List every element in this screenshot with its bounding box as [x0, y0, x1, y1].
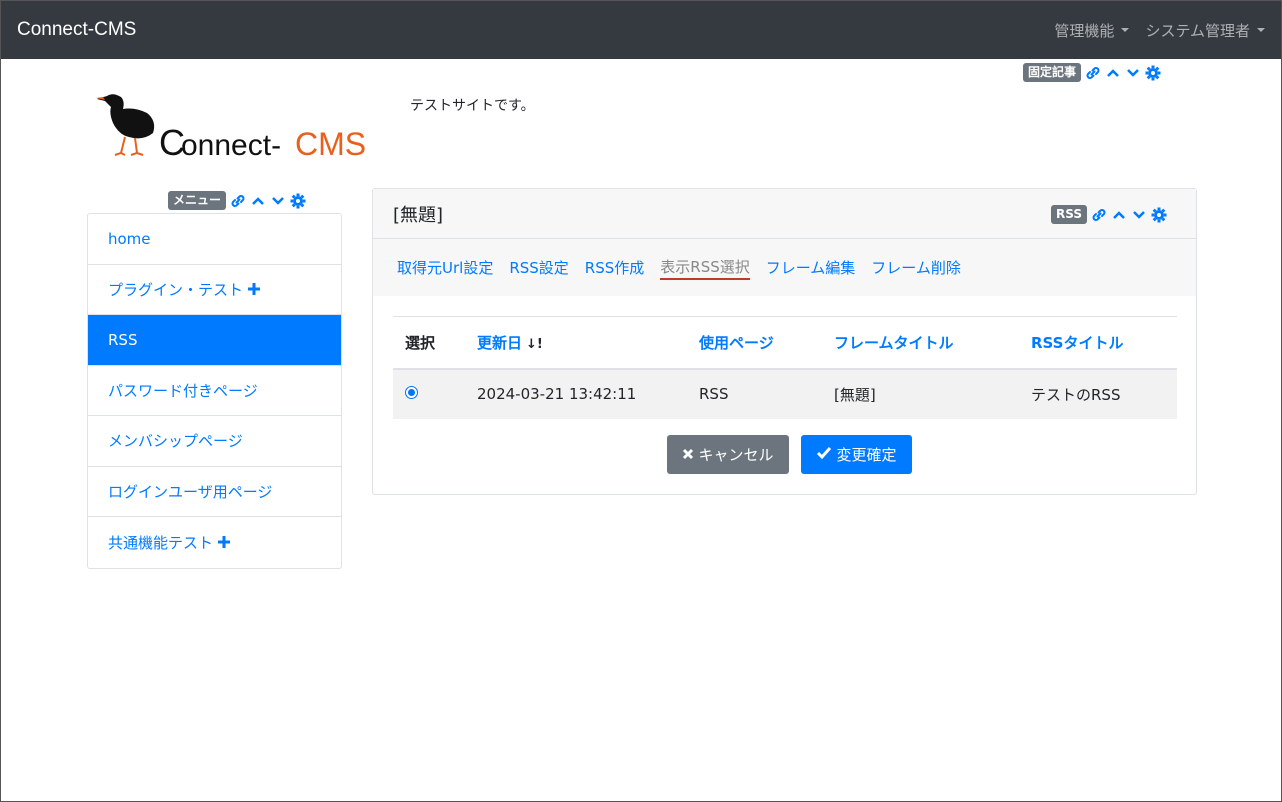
frame-edit-tabs: 取得元Url設定 RSS設定 RSS作成 表示RSS選択 フレーム編集 フレーム… [373, 239, 1196, 296]
column-header-updated-label: 更新日 [477, 333, 523, 352]
cancel-button[interactable]: キャンセル [667, 435, 789, 474]
rss-title-cell: テストのRSS [1019, 368, 1177, 419]
sidebar-item-plugin-test[interactable]: プラグイン・テスト [88, 265, 341, 315]
link-icon[interactable] [1091, 207, 1107, 223]
sidebar-item-label: パスワード付きページ [108, 381, 258, 400]
sidebar-item-label: メンバシップページ [108, 432, 243, 451]
tab-rss-create[interactable]: RSS作成 [585, 257, 644, 278]
plugin-badge: 固定記事 [1023, 63, 1082, 82]
brand-link[interactable]: Connect-CMS [17, 19, 136, 41]
confirm-change-button[interactable]: 変更確定 [801, 435, 912, 474]
plus-icon[interactable] [247, 282, 261, 296]
sidebar-item-rss[interactable]: RSS [88, 315, 341, 366]
sidebar-item-label: 共通機能テスト [108, 533, 214, 552]
cancel-button-label: キャンセル [698, 446, 774, 464]
confirm-button-label: 変更確定 [836, 446, 897, 464]
caret-down-icon [1121, 28, 1130, 32]
check-icon [816, 446, 832, 464]
sidebar-menu: home プラグイン・テスト RSS パスワード付きページ メンバシップページ … [87, 213, 342, 569]
select-cell [393, 368, 465, 419]
chevron-up-icon[interactable] [1105, 65, 1121, 81]
nav-right: 管理機能 システム管理者 [1054, 20, 1265, 41]
caret-down-icon [1257, 28, 1265, 32]
link-icon[interactable] [230, 193, 246, 209]
sidebar-item-login-user-page[interactable]: ログインユーザ用ページ [88, 467, 341, 517]
menu-badge: メニュー [168, 191, 227, 210]
gear-icon[interactable] [1145, 65, 1161, 81]
user-menu-label: システム管理者 [1145, 21, 1250, 40]
tab-rss-settings[interactable]: RSS設定 [509, 257, 568, 278]
rss-select-table: 選択 更新日 ↓! 使用ページ フレームタイトル RSSタイトル 2024-03-… [393, 316, 1177, 419]
frame-title-cell: [無題] [822, 368, 1019, 419]
sidebar-item-home[interactable]: home [88, 214, 341, 265]
sidebar-item-password-page[interactable]: パスワード付きページ [88, 366, 341, 416]
sidebar-item-common-feature-test[interactable]: 共通機能テスト [88, 517, 341, 568]
admin-menu-dropdown[interactable]: 管理機能 [1054, 20, 1130, 41]
table-row: 2024-03-21 13:42:11 RSS [無題] テストのRSS [393, 368, 1177, 419]
plugin-badge: RSS [1051, 205, 1087, 224]
menu-frame-tools: メニュー [168, 191, 306, 210]
sidebar-item-membership-page[interactable]: メンバシップページ [88, 416, 341, 467]
column-header-select: 選択 [393, 316, 465, 370]
sidebar-item-label: ログインユーザ用ページ [108, 482, 273, 501]
table-header-row: 選択 更新日 ↓! 使用ページ フレームタイトル RSSタイトル [393, 316, 1177, 370]
link-icon[interactable] [1085, 65, 1101, 81]
column-header-updated[interactable]: 更新日 ↓! [465, 316, 687, 370]
admin-menu-label: 管理機能 [1054, 21, 1115, 40]
select-radio[interactable] [405, 386, 418, 399]
tab-select-display-rss[interactable]: 表示RSS選択 [660, 256, 750, 280]
gear-icon[interactable] [290, 193, 306, 209]
sidebar-item-label: プラグイン・テスト [108, 280, 244, 299]
svg-text:onnect-: onnect- [181, 129, 281, 161]
rss-frame-tools: RSS [1051, 205, 1167, 224]
frame-title: [無題] [393, 204, 444, 226]
tab-source-url-settings[interactable]: 取得元Url設定 [397, 257, 493, 278]
sidebar-item-label: home [108, 229, 151, 248]
tab-frame-edit[interactable]: フレーム編集 [766, 257, 856, 278]
header-frame-tools: 固定記事 [1023, 63, 1161, 82]
tab-frame-delete[interactable]: フレーム削除 [871, 257, 961, 278]
chevron-up-icon[interactable] [1111, 207, 1127, 223]
svg-text:CMS: CMS [295, 126, 366, 161]
chevron-up-icon[interactable] [250, 193, 266, 209]
chevron-down-icon[interactable] [270, 193, 286, 209]
site-description: テストサイトです。 [410, 98, 535, 114]
chevron-down-icon[interactable] [1131, 207, 1147, 223]
sort-desc-icon[interactable]: ↓! [526, 337, 543, 352]
top-navbar: Connect-CMS 管理機能 システム管理者 [1, 1, 1281, 59]
user-menu-dropdown[interactable]: システム管理者 [1145, 20, 1265, 41]
column-header-page[interactable]: 使用ページ [687, 316, 822, 370]
close-icon [682, 446, 694, 464]
page-cell: RSS [687, 368, 822, 419]
chevron-down-icon[interactable] [1125, 65, 1141, 81]
column-header-rss-title[interactable]: RSSタイトル [1019, 316, 1177, 370]
site-logo[interactable]: C onnect- CMS [95, 91, 395, 163]
gear-icon[interactable] [1151, 207, 1167, 223]
updated-cell: 2024-03-21 13:42:11 [465, 368, 687, 419]
sidebar-item-label: RSS [108, 330, 138, 349]
column-header-frame-title[interactable]: フレームタイトル [822, 316, 1019, 370]
plus-icon[interactable] [217, 535, 231, 549]
rss-frame-card: [無題] RSS 取得元Url設定 RSS設定 RSS作成 表示RSS選択 フレ… [372, 188, 1197, 495]
